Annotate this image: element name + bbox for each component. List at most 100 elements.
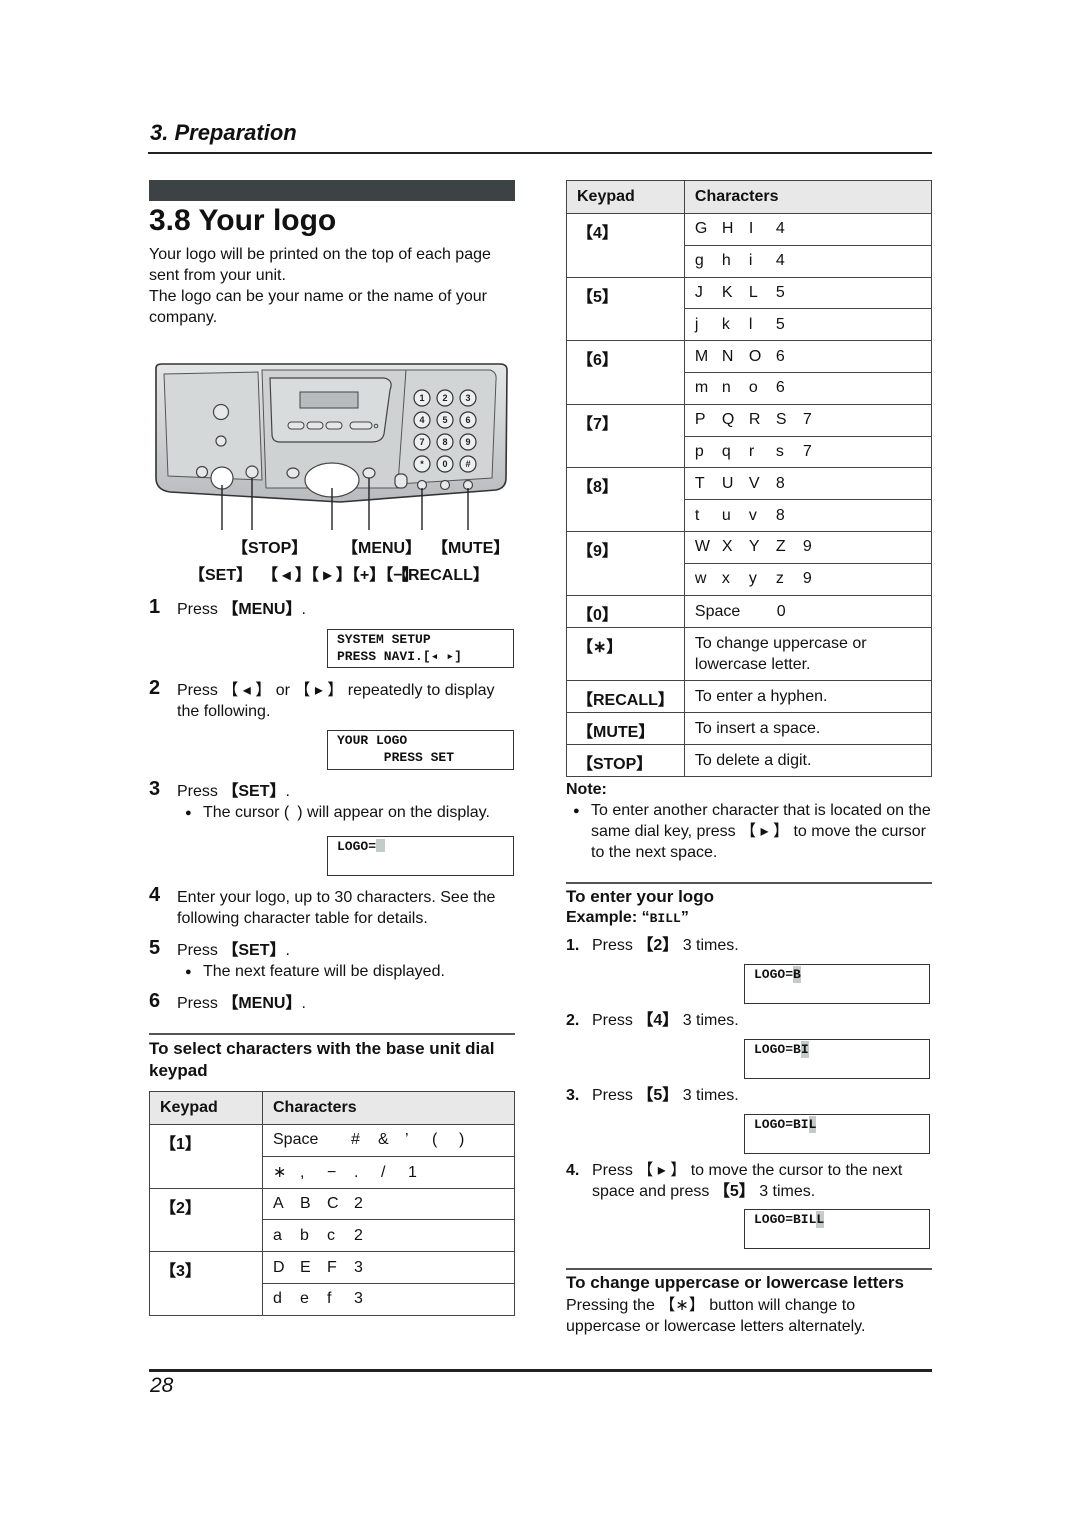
table-row: 【7】 P Q R S 7 xyxy=(566,403,933,469)
dial-key-label: 3 xyxy=(465,393,470,403)
character: Z xyxy=(775,538,786,556)
characters-cell: j kl 5 xyxy=(683,308,933,342)
character: I xyxy=(748,220,754,238)
dial-key-label: 0 xyxy=(442,459,447,469)
description-cell: To enter a hyphen. xyxy=(683,679,933,713)
table-row: 【0】 Space 0 xyxy=(566,594,933,628)
dial-key-label: 9 xyxy=(465,437,470,447)
step-text: . xyxy=(285,783,290,800)
character: Y xyxy=(748,538,760,556)
character: a xyxy=(273,1226,282,1244)
step-text: . xyxy=(285,942,290,959)
character: 8 xyxy=(775,474,785,492)
character: C xyxy=(327,1194,339,1212)
character: o xyxy=(748,379,758,397)
character: H xyxy=(721,220,734,238)
step-4-text: Enter your logo, up to 30 characters. Se… xyxy=(177,889,496,927)
table-row: 【1】 Space # &’ () xyxy=(149,1124,515,1189)
character: − xyxy=(327,1164,337,1182)
table-row: 【8】 T U V 8 xyxy=(566,467,933,532)
characters-cell: Space # &’ () xyxy=(262,1124,515,1157)
description-cell: To change uppercase or lowercase letter. xyxy=(683,626,933,681)
keypad-key: 【∗】 xyxy=(566,626,685,681)
key-name: 【MENU】 xyxy=(222,995,302,1012)
character: Space xyxy=(273,1131,319,1149)
step-3-text: Press 【SET】. xyxy=(177,781,290,802)
lcd-display: LOGO=BIL xyxy=(744,1114,930,1154)
character: O xyxy=(748,347,762,365)
character: 4 xyxy=(775,252,785,270)
dial-key-label: 8 xyxy=(442,437,447,447)
lcd-line: SYSTEM SETUP xyxy=(337,632,431,647)
step-number: 1. xyxy=(566,937,580,954)
character: ’ xyxy=(405,1131,409,1149)
dial-key-label: 5 xyxy=(442,415,447,425)
character: z xyxy=(775,570,784,588)
character: ) xyxy=(459,1131,465,1149)
table-row: 【5】 J K L 5 xyxy=(566,276,933,342)
key-name: 【SET】 xyxy=(222,783,286,800)
description-cell: To delete a digit. xyxy=(683,743,933,777)
description-cell: To insert a space. xyxy=(683,711,933,745)
description-cell: Space 0 xyxy=(683,594,933,628)
intro-paragraph: Your logo will be printed on the top of … xyxy=(149,246,491,284)
section-divider xyxy=(149,1033,515,1035)
lcd-line: PRESS NAVI.[◂ ▸] xyxy=(337,649,462,664)
step-number: 2 xyxy=(149,677,161,699)
set-button-label: 【SET】 xyxy=(189,567,253,584)
character: M xyxy=(694,347,709,365)
key-name: 【2】 xyxy=(637,937,679,954)
character: . xyxy=(354,1164,359,1182)
dial-key-label: 4 xyxy=(419,415,424,425)
character: 5 xyxy=(775,283,785,301)
section-divider xyxy=(566,1268,932,1270)
lcd-display: SYSTEM SETUP PRESS NAVI.[◂ ▸] xyxy=(327,629,514,668)
step-text: Press xyxy=(592,1087,638,1104)
example-step-4: 4. Press 【 ▸ 】 to move the cursor to the … xyxy=(566,1160,936,1202)
character: q xyxy=(721,442,731,460)
step-1-text: Press 【MENU】. xyxy=(177,599,306,620)
character: n xyxy=(721,379,731,397)
characters-cell: JKL5 xyxy=(683,276,933,310)
column-header-keypad: Keypad xyxy=(566,180,685,214)
character: A xyxy=(273,1194,284,1212)
intro-paragraph: The logo can be your name or the name of… xyxy=(149,288,487,326)
keypad-key: 【1】 xyxy=(149,1124,263,1189)
step-text: Press xyxy=(592,1012,638,1029)
step-text: . xyxy=(301,601,306,618)
step-number: 4 xyxy=(149,884,161,906)
column-header-characters: Characters xyxy=(262,1091,515,1125)
character: # xyxy=(351,1131,360,1149)
character: m xyxy=(694,379,709,397)
character: L xyxy=(748,283,758,301)
column-header-keypad: Keypad xyxy=(149,1091,263,1125)
enter-logo-heading: To enter your logo xyxy=(566,887,714,906)
character: 4 xyxy=(775,220,785,238)
character: 3 xyxy=(354,1290,363,1308)
dial-key-label: 7 xyxy=(419,437,424,447)
cursor-character: L xyxy=(808,1116,817,1133)
example-value: BILL xyxy=(649,911,681,926)
character: 9 xyxy=(802,538,812,556)
example-step-3: 3. Press 【5】 3 times. xyxy=(566,1085,739,1106)
keypad-key: 【3】 xyxy=(149,1251,263,1316)
key-name: 【5】 xyxy=(713,1183,755,1200)
character: g xyxy=(694,252,704,270)
step-number: 6 xyxy=(149,990,161,1012)
step-text: Press xyxy=(592,937,638,954)
step-5-bullet: The next feature will be displayed. xyxy=(185,961,445,983)
character: j xyxy=(694,315,699,333)
recall-button-label: 【RECALL】 xyxy=(392,567,489,584)
characters-cell: WXYZ9 xyxy=(683,530,933,564)
character: N xyxy=(721,347,734,365)
keypad-key: 【0】 xyxy=(566,594,685,628)
step-text: space and press xyxy=(592,1183,714,1200)
character: 5 xyxy=(775,315,785,333)
dial-key-label: 2 xyxy=(442,393,447,403)
character: G xyxy=(694,220,708,238)
character: 1 xyxy=(408,1164,417,1182)
keypad-key: 【7】 xyxy=(566,403,685,469)
table-row: 【6】 M N O 6 xyxy=(566,340,933,405)
step-text: Press xyxy=(177,601,223,618)
character: x xyxy=(721,570,730,588)
